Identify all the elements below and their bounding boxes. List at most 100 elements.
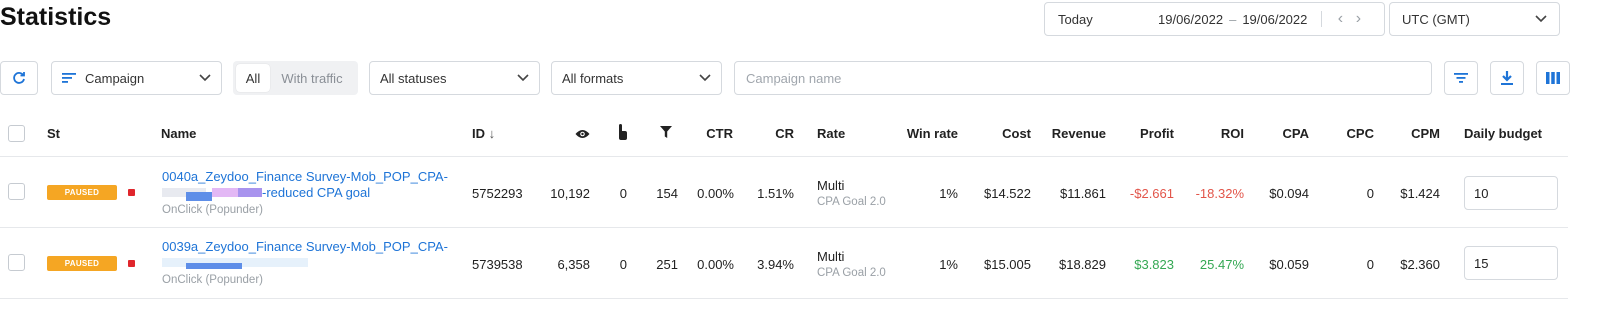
filter-button[interactable] <box>1444 61 1478 95</box>
cpm-value: $2.360 <box>1400 257 1440 272</box>
roi-value: 25.47% <box>1199 257 1244 272</box>
header-daily-budget[interactable]: Daily budget <box>1464 126 1542 141</box>
status-select[interactable]: All statuses <box>369 61 540 95</box>
clicks: 0 <box>619 257 627 272</box>
daily-budget-input[interactable] <box>1464 176 1558 210</box>
divider <box>0 298 1568 299</box>
select-all-checkbox[interactable] <box>8 125 25 142</box>
format-select[interactable]: All formats <box>551 61 722 95</box>
group-by-select[interactable]: Campaign <box>51 61 222 95</box>
cpa-value: $0.094 <box>1269 186 1309 201</box>
header-cr[interactable]: CR <box>775 126 794 141</box>
refresh-icon <box>13 72 25 84</box>
rate-value: Multi <box>817 249 845 264</box>
redacted-region <box>212 188 238 197</box>
row-checkbox[interactable] <box>8 254 25 271</box>
header-ctr[interactable]: CTR <box>706 126 733 141</box>
campaign-name-link[interactable]: 0039a_Zeydoo_Finance Survey-Mob_POP_CPA- <box>162 239 448 254</box>
header-cost[interactable]: Cost <box>1002 126 1031 141</box>
header-id[interactable]: ID ↓ <box>472 126 495 141</box>
columns-button[interactable] <box>1536 61 1570 95</box>
status-badge: PAUSED <box>47 185 117 200</box>
sort-arrow-icon: ↓ <box>488 126 496 141</box>
date-preset[interactable]: Today <box>1058 12 1158 27</box>
chevron-down-icon <box>199 74 211 82</box>
header-profit[interactable]: Profit <box>1140 126 1174 141</box>
impressions: 10,192 <box>550 186 590 201</box>
conversions: 154 <box>656 186 678 201</box>
divider <box>1321 11 1323 27</box>
cpa-value: $0.059 <box>1269 257 1309 272</box>
status-badge: PAUSED <box>47 256 117 271</box>
refresh-button[interactable] <box>0 61 38 95</box>
redacted-region <box>186 263 242 269</box>
cr-value: 1.51% <box>757 186 794 201</box>
win-rate-value: 1% <box>939 186 958 201</box>
chevron-left-icon[interactable]: ‹ <box>1331 10 1349 28</box>
divider <box>0 156 1568 157</box>
date-range-picker[interactable]: Today 19/06/2022 – 19/06/2022 ‹ › <box>1044 2 1385 36</box>
clicks: 0 <box>619 186 627 201</box>
profit-value: $3.823 <box>1134 257 1174 272</box>
win-rate-value: 1% <box>939 257 958 272</box>
impressions: 6,358 <box>557 257 590 272</box>
ctr-value: 0.00% <box>697 257 734 272</box>
campaign-name-link[interactable]: 0040a_Zeydoo_Finance Survey-Mob_POP_CPA- <box>162 169 448 184</box>
redacted-region <box>186 192 212 201</box>
download-button[interactable] <box>1490 61 1524 95</box>
header-win-rate[interactable]: Win rate <box>907 126 958 141</box>
traffic-filter-with-traffic[interactable]: With traffic <box>270 64 354 92</box>
row-checkbox[interactable] <box>8 183 25 200</box>
header-status[interactable]: St <box>47 126 60 141</box>
profit-value: -$2.661 <box>1129 186 1174 201</box>
status-select-value: All statuses <box>380 70 447 86</box>
header-rate[interactable]: Rate <box>817 126 845 141</box>
campaign-id: 5739538 <box>472 257 523 272</box>
chevron-right-icon[interactable]: › <box>1349 10 1367 28</box>
page-title: Statistics <box>0 3 112 31</box>
columns-icon <box>1546 72 1560 84</box>
rate-goal: CPA Goal 2.0 <box>817 267 886 279</box>
redacted-region <box>238 188 262 197</box>
chevron-down-icon <box>517 74 529 82</box>
header-cpa[interactable]: CPA <box>1283 126 1309 141</box>
cost-value: $14.522 <box>984 186 1031 201</box>
campaign-format: OnClick (Popunder) <box>162 274 263 286</box>
filter-lines-icon <box>1454 73 1468 83</box>
divider <box>0 227 1568 228</box>
traffic-filter-all[interactable]: All <box>236 64 270 92</box>
status-indicator <box>128 260 135 267</box>
header-cpc[interactable]: CPC <box>1347 126 1374 141</box>
campaign-format: OnClick (Popunder) <box>162 204 263 216</box>
click-icon[interactable] <box>616 124 628 143</box>
cpc-value: 0 <box>1366 186 1374 201</box>
campaign-search-input[interactable] <box>734 61 1432 95</box>
campaign-name-link-cont[interactable]: -reduced CPA goal <box>262 185 370 200</box>
funnel-icon[interactable] <box>660 126 672 141</box>
traffic-filter-toggle[interactable]: All With traffic <box>233 61 358 95</box>
ctr-value: 0.00% <box>697 186 734 201</box>
roi-value: -18.32% <box>1195 186 1244 201</box>
header-roi[interactable]: ROI <box>1221 126 1244 141</box>
revenue-value: $11.861 <box>1059 186 1106 201</box>
header-revenue[interactable]: Revenue <box>1052 126 1106 141</box>
campaign-id: 5752293 <box>472 186 523 201</box>
daily-budget-input[interactable] <box>1464 246 1558 280</box>
eye-icon[interactable] <box>575 127 590 142</box>
chevron-down-icon <box>699 74 711 82</box>
cpm-value: $1.424 <box>1400 186 1440 201</box>
sort-lines-icon <box>62 73 76 83</box>
timezone-select[interactable]: UTC (GMT) <box>1389 2 1560 36</box>
rate-value: Multi <box>817 178 845 193</box>
date-separator: – <box>1229 11 1237 27</box>
header-cpm[interactable]: CPM <box>1411 126 1440 141</box>
download-icon <box>1501 71 1513 85</box>
header-name[interactable]: Name <box>161 126 196 141</box>
status-indicator <box>128 189 135 196</box>
date-from[interactable]: 19/06/2022 <box>1158 12 1223 27</box>
format-select-value: All formats <box>562 70 624 86</box>
rate-goal: CPA Goal 2.0 <box>817 196 886 208</box>
chevron-down-icon <box>1535 15 1547 23</box>
date-to[interactable]: 19/06/2022 <box>1242 12 1307 27</box>
conversions: 251 <box>656 257 678 272</box>
